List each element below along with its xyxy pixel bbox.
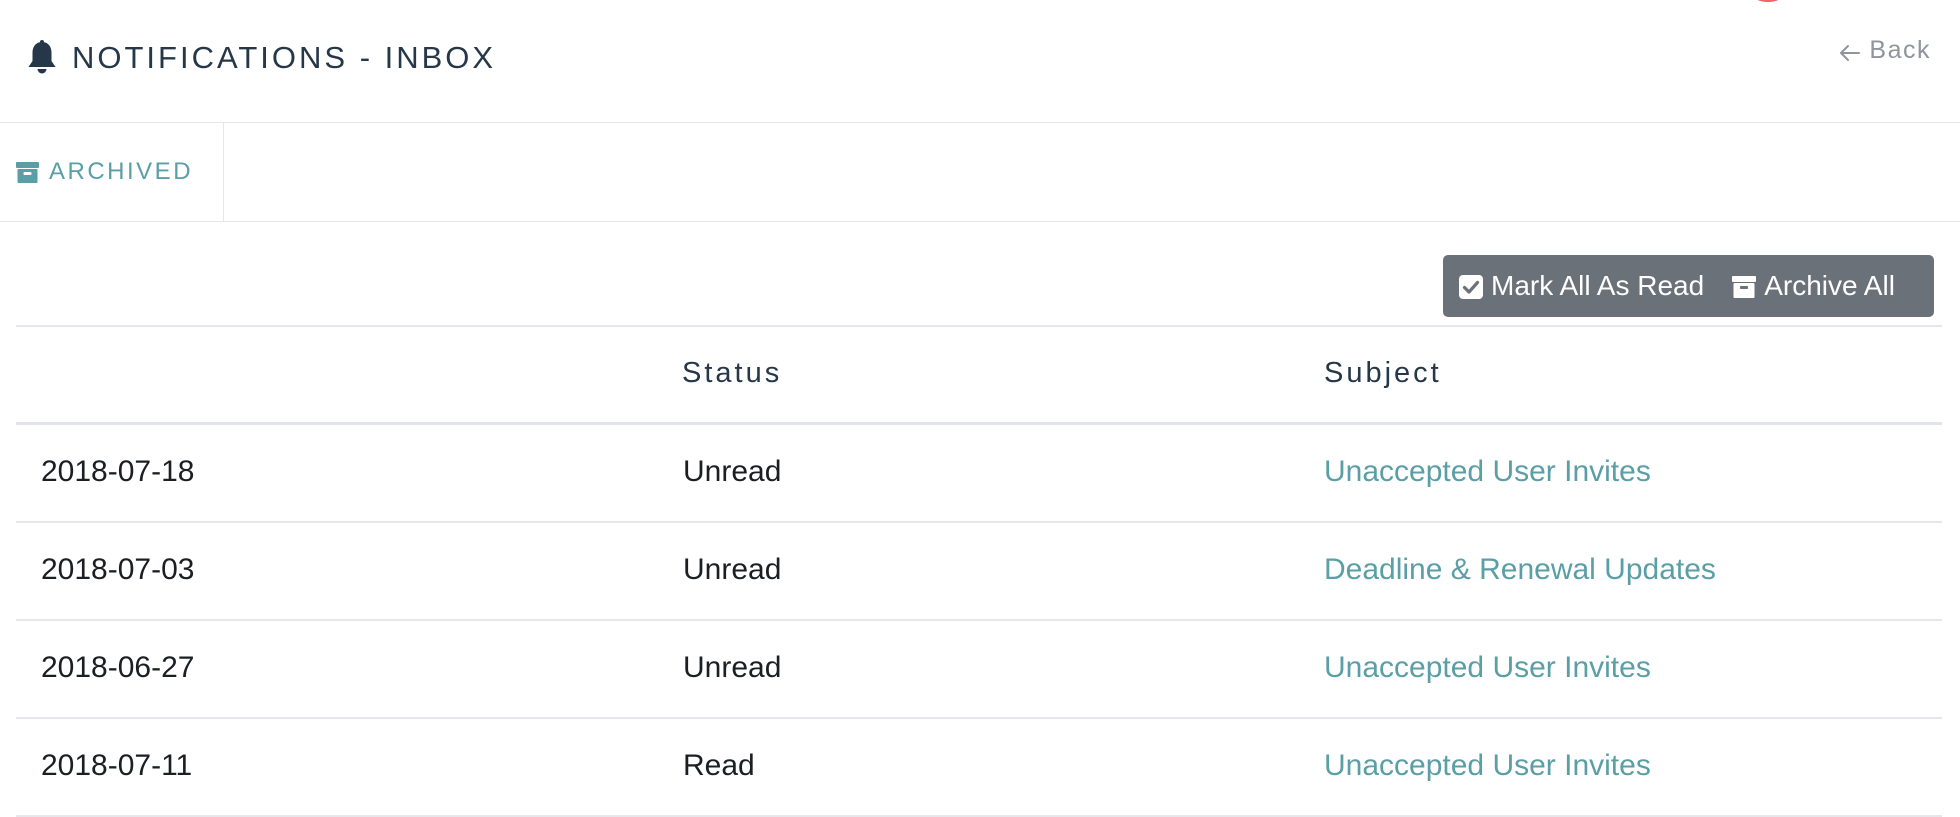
column-header-subject[interactable]: Subject (1324, 357, 1442, 390)
page-title: NOTIFICATIONS - INBOX (26, 38, 496, 78)
bell-icon (26, 40, 58, 76)
table-row[interactable]: 2018-07-18 Unread Unaccepted User Invite… (16, 425, 1942, 523)
checkbox-checked-icon (1459, 274, 1483, 299)
archive-box-icon (1732, 274, 1757, 298)
row-date: 2018-07-18 (41, 455, 195, 488)
table-header: Status Subject (16, 327, 1942, 425)
arrow-left-icon (1839, 41, 1861, 61)
row-date: 2018-07-03 (41, 553, 195, 586)
table-row[interactable]: 2018-06-27 Unread Unaccepted User Invite… (16, 621, 1942, 719)
row-subject-link[interactable]: Unaccepted User Invites (1324, 651, 1651, 685)
table-row[interactable]: 2018-07-03 Unread Deadline & Renewal Upd… (16, 523, 1942, 621)
row-status: Read (683, 749, 755, 782)
notifications-table: Status Subject 2018-07-18 Unread Unaccep… (16, 325, 1942, 817)
row-status: Unread (683, 651, 782, 684)
archive-all-label: Archive All (1764, 270, 1895, 301)
row-date: 2018-07-11 (41, 749, 193, 782)
row-subject-link[interactable]: Unaccepted User Invites (1324, 749, 1651, 783)
mark-all-read-button[interactable]: Mark All As Read (1443, 255, 1718, 317)
back-link[interactable]: Back (1839, 36, 1931, 65)
bulk-actions-toolbar: Mark All As Read Archive All (1443, 255, 1934, 317)
row-subject-link[interactable]: Unaccepted User Invites (1324, 455, 1651, 489)
row-status: Unread (683, 455, 782, 488)
row-subject-link[interactable]: Deadline & Renewal Updates (1324, 553, 1716, 587)
tab-archived[interactable]: ARCHIVED (0, 123, 224, 221)
column-header-status[interactable]: Status (682, 357, 782, 390)
tab-bar: ARCHIVED (0, 123, 1960, 222)
page-title-text: NOTIFICATIONS - INBOX (72, 40, 497, 75)
archive-all-button[interactable]: Archive All (1718, 255, 1909, 317)
archive-box-icon (16, 161, 39, 183)
page-header: NOTIFICATIONS - INBOX Back (0, 0, 1960, 123)
row-status: Unread (683, 553, 782, 586)
tab-archived-label: ARCHIVED (49, 158, 194, 185)
mark-all-read-label: Mark All As Read (1491, 270, 1705, 301)
row-date: 2018-06-27 (41, 651, 195, 684)
back-link-label: Back (1869, 36, 1931, 64)
table-row[interactable]: 2018-07-11 Read Unaccepted User Invites (16, 719, 1942, 817)
notification-badge (1748, 0, 1788, 2)
